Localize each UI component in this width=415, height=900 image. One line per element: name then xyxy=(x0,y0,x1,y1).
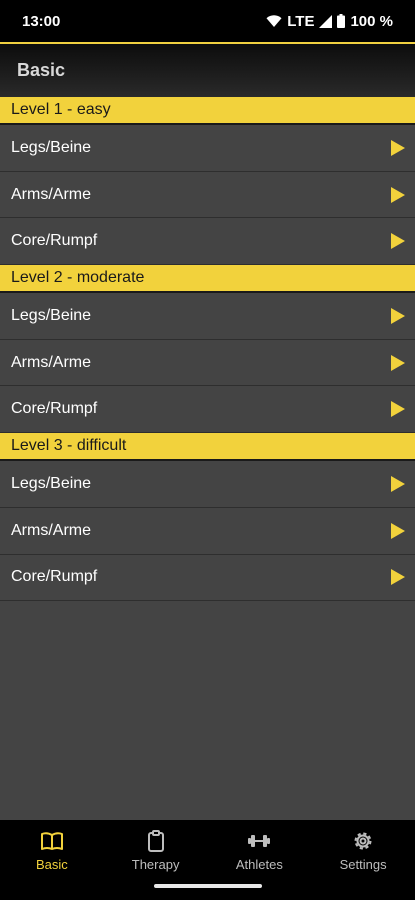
nav-tab-athletes[interactable]: Athletes xyxy=(208,820,312,900)
list-item-label: Legs/Beine xyxy=(11,306,92,324)
play-icon xyxy=(391,475,405,492)
book-icon xyxy=(40,832,63,850)
play-icon xyxy=(391,139,405,156)
play-icon xyxy=(391,522,405,539)
page-title: Basic xyxy=(17,60,66,80)
nav-label: Athletes xyxy=(235,857,283,872)
list-item-label: Legs/Beine xyxy=(11,474,92,492)
wifi-icon xyxy=(266,14,282,27)
status-bar: 13:00 LTE 100 % xyxy=(0,0,415,42)
section-title: Level 1 - easy xyxy=(11,101,111,118)
list-item-label: Legs/Beine xyxy=(11,138,92,156)
play-icon xyxy=(391,401,405,418)
battery-icon xyxy=(337,14,346,28)
section-title: Level 2 - moderate xyxy=(11,269,145,287)
list-item-label: Arms/Arme xyxy=(11,521,91,539)
play-icon xyxy=(391,569,405,586)
list-item-label: Core/Rumpf xyxy=(11,400,98,418)
exercise-list: Level 1 - easy Legs/Beine Arms/Arme Core… xyxy=(0,97,415,602)
list-item-level2-arms[interactable]: Arms/Arme xyxy=(0,340,415,387)
section-header-level-3: Level 3 - difficult xyxy=(0,433,415,462)
network-type: LTE xyxy=(287,12,315,30)
section-header-level-2: Level 2 - moderate xyxy=(0,265,415,294)
nav-label: Basic xyxy=(35,857,68,872)
list-item-level3-core[interactable]: Core/Rumpf xyxy=(0,555,415,602)
list-item-label: Arms/Arme xyxy=(11,353,91,371)
nav-label: Therapy xyxy=(131,857,180,872)
play-icon xyxy=(391,233,405,250)
nav-tab-therapy[interactable]: Therapy xyxy=(104,820,208,900)
list-item-level2-legs[interactable]: Legs/Beine xyxy=(0,293,415,340)
nav-label: Settings xyxy=(339,857,387,872)
list-item-label: Core/Rumpf xyxy=(11,232,98,250)
section-header-level-1: Level 1 - easy xyxy=(0,97,415,125)
status-time: 13:00 xyxy=(22,12,61,30)
screen: 13:00 LTE 100 % Basic Level 1 - easy Leg… xyxy=(0,0,415,900)
list-item-level3-legs[interactable]: Legs/Beine xyxy=(0,461,415,508)
nav-tab-basic[interactable]: Basic xyxy=(0,820,104,900)
list-item-label: Core/Rumpf xyxy=(11,568,98,586)
list-item-level3-arms[interactable]: Arms/Arme xyxy=(0,508,415,555)
app-bar: Basic xyxy=(0,42,415,97)
list-item-label: Arms/Arme xyxy=(11,185,91,203)
status-indicators: LTE 100 % xyxy=(266,13,393,30)
dumbbell-icon xyxy=(248,835,271,847)
signal-icon xyxy=(319,14,333,28)
gesture-bar[interactable] xyxy=(154,884,262,888)
play-icon xyxy=(391,354,405,371)
bottom-nav: Basic Therapy Athletes Settings xyxy=(0,820,415,900)
gear-icon xyxy=(354,832,372,850)
nav-tab-settings[interactable]: Settings xyxy=(311,820,415,900)
battery-level: 100 % xyxy=(350,12,393,30)
list-item-level2-core[interactable]: Core/Rumpf xyxy=(0,386,415,434)
list-item-level1-legs[interactable]: Legs/Beine xyxy=(0,125,415,172)
play-icon xyxy=(391,307,405,324)
play-icon xyxy=(391,186,405,203)
list-item-level1-core[interactable]: Core/Rumpf xyxy=(0,218,415,266)
section-title: Level 3 - difficult xyxy=(11,437,127,455)
list-item-level1-arms[interactable]: Arms/Arme xyxy=(0,172,415,219)
clipboard-icon xyxy=(147,830,164,852)
